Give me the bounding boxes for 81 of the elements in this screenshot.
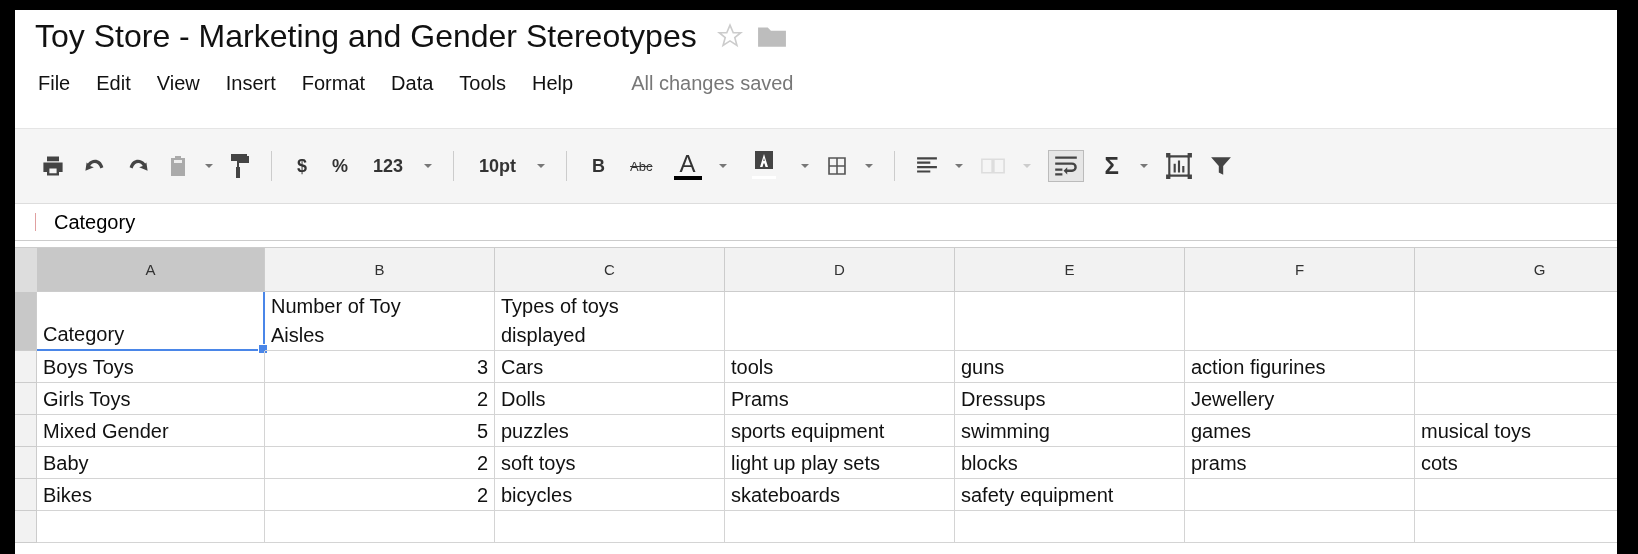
corner-cell[interactable]: [15, 248, 37, 292]
table-cell: Number of Toy Aisles: [265, 292, 495, 351]
caret-icon[interactable]: [537, 164, 546, 168]
table-cell: action figurines: [1185, 351, 1415, 383]
table-cell: Girls Toys: [37, 383, 265, 415]
table-cell: Jewellery: [1185, 383, 1415, 415]
column-header[interactable]: F: [1185, 248, 1415, 292]
table-cell: 5: [265, 415, 495, 447]
table-cell: light up play sets: [725, 447, 955, 479]
paint-roller-icon[interactable]: [230, 153, 250, 179]
table-cell: Bikes: [37, 479, 265, 511]
caret-icon[interactable]: [954, 164, 963, 168]
table-cell: 2: [265, 479, 495, 511]
print-icon[interactable]: [41, 154, 65, 178]
caret-icon: [1022, 164, 1031, 168]
table-cell: Baby: [37, 447, 265, 479]
menu-item[interactable]: File: [38, 71, 71, 95]
text-color-button[interactable]: A: [673, 152, 702, 180]
table-cell: guns: [955, 351, 1185, 383]
number-format-button[interactable]: 123: [369, 155, 408, 177]
table-cell: bicycles: [495, 479, 725, 511]
table-cell: cots: [1415, 447, 1617, 479]
table-cell: safety equipment: [955, 479, 1185, 511]
table-cell: puzzles: [495, 415, 725, 447]
table-cell: swimming: [955, 415, 1185, 447]
merge-cells-icon: [979, 156, 1006, 176]
caret-icon[interactable]: [424, 164, 433, 168]
table-cell: Types of toys displayed: [495, 292, 725, 351]
column-header[interactable]: D: [725, 248, 955, 292]
table-cell: 2: [265, 383, 495, 415]
table-cell: tools: [725, 351, 955, 383]
menu-item[interactable]: Help: [532, 71, 574, 95]
table-cell: sports equipment: [725, 415, 955, 447]
menu-item[interactable]: View: [156, 71, 200, 95]
table-cell: Prams: [725, 383, 955, 415]
caret-icon[interactable]: [864, 164, 873, 168]
column-header[interactable]: C: [495, 248, 725, 292]
column-header[interactable]: G: [1415, 248, 1617, 292]
menu-item[interactable]: Data: [391, 71, 434, 95]
filter-icon[interactable]: [1209, 155, 1232, 177]
table-cell: Boys Toys: [37, 351, 265, 383]
document-title: Toy Store - Marketing and Gender Stereotypes: [35, 17, 697, 55]
formula-field[interactable]: Category: [54, 210, 136, 234]
table-cell: 3: [265, 351, 495, 383]
caret-icon[interactable]: [1139, 164, 1148, 168]
menu-item[interactable]: Insert: [225, 71, 276, 95]
table-cell: soft toys: [495, 447, 725, 479]
caret-icon[interactable]: [800, 164, 809, 168]
table-cell: 2: [265, 447, 495, 479]
sum-button[interactable]: Σ: [1100, 152, 1123, 180]
menu-item[interactable]: Edit: [96, 71, 131, 95]
currency-button[interactable]: $: [293, 155, 311, 177]
percent-button[interactable]: %: [328, 155, 353, 177]
bold-button[interactable]: B: [588, 155, 610, 177]
borders-icon[interactable]: [825, 155, 848, 177]
table-cell: musical toys: [1415, 415, 1617, 447]
table-cell: blocks: [955, 447, 1185, 479]
star-icon[interactable]: [716, 23, 743, 49]
table-cell: Category: [37, 292, 265, 351]
column-header[interactable]: A: [37, 248, 265, 292]
table-cell: Mixed Gender: [37, 415, 265, 447]
clipboard-icon[interactable]: [168, 153, 188, 179]
menu-item[interactable]: Tools: [459, 71, 507, 95]
wrap-text-icon: [1053, 155, 1078, 177]
wrap-text-button[interactable]: [1047, 150, 1084, 182]
table-cell: Cars: [495, 351, 725, 383]
table-cell: Dressups: [955, 383, 1185, 415]
font-size-button[interactable]: 10pt: [475, 155, 521, 177]
table-cell: Dolls: [495, 383, 725, 415]
menu-item[interactable]: Format: [301, 71, 366, 95]
caret-icon[interactable]: [718, 164, 727, 168]
table-cell: prams: [1185, 447, 1415, 479]
column-header[interactable]: B: [265, 248, 495, 292]
chart-icon[interactable]: [1164, 152, 1193, 180]
caret-icon[interactable]: [205, 164, 213, 168]
align-left-icon[interactable]: [915, 156, 938, 176]
strikethrough-button[interactable]: Abc: [626, 158, 657, 174]
table-cell: skateboards: [725, 479, 955, 511]
column-header[interactable]: E: [955, 248, 1185, 292]
save-status: All changes saved: [631, 71, 794, 95]
table-cell: games: [1185, 415, 1415, 447]
